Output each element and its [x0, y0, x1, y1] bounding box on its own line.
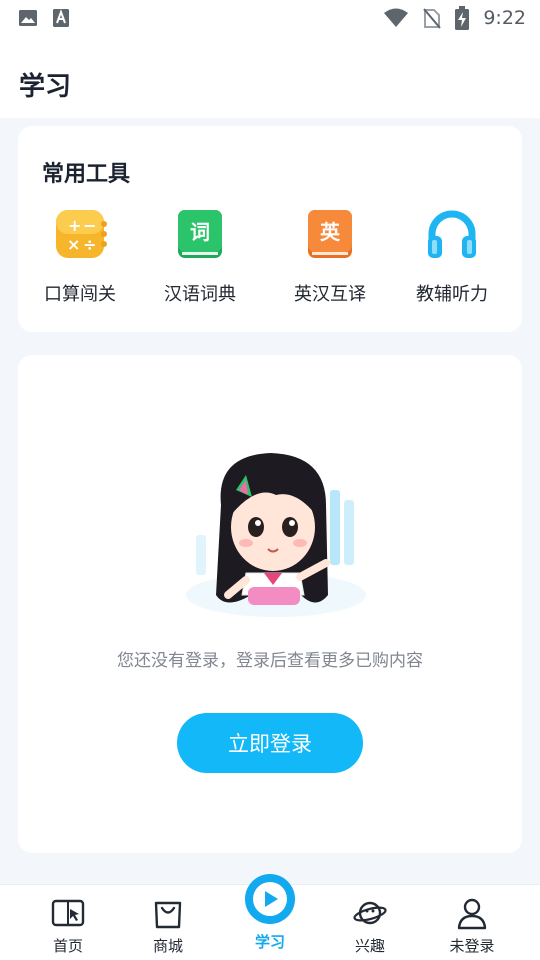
tab-label: 首页 [52, 937, 83, 955]
page-title: 学习 [19, 72, 72, 102]
planet-icon [353, 901, 387, 925]
tool-label: 英汉互译 [294, 284, 366, 305]
text-a-icon [53, 9, 69, 27]
battery-charging-icon [455, 6, 470, 30]
no-sim-icon [423, 8, 442, 29]
image-icon [19, 10, 37, 26]
tool-label: 汉语词典 [164, 284, 236, 305]
tab-label: 商城 [152, 937, 183, 955]
svg-text:+: + [68, 216, 81, 235]
home-book-icon [51, 899, 85, 927]
login-button[interactable]: 立即登录 [177, 713, 363, 773]
common-tools-title: 常用工具 [42, 162, 131, 187]
tab-label: 兴趣 [354, 937, 385, 955]
shopping-bag-icon [154, 901, 182, 929]
tab-label: 学习 [254, 933, 285, 951]
tab-not-logged-in[interactable]: 未登录 [422, 885, 522, 960]
tool-chinese-dictionary[interactable]: 词 汉语词典 [140, 206, 260, 316]
calculator-icon: + − × ÷ [56, 210, 107, 258]
status-bar: 9:22 [0, 0, 540, 36]
tool-en-cn-translate[interactable]: 英 英汉互译 [270, 206, 390, 316]
tab-home[interactable]: 首页 [18, 885, 118, 960]
tool-oral-calculation[interactable]: + − × ÷ 口算闯关 [20, 206, 140, 316]
girl-character-illustration [186, 453, 366, 617]
svg-text:英: 英 [320, 220, 341, 244]
page-header: 学习 [0, 36, 540, 118]
common-tools-card: 常用工具 + − × ÷ 口算闯关 词 汉语词典 英 英汉互译 教辅听力 [18, 126, 522, 332]
tab-label: 未登录 [449, 937, 495, 955]
svg-text:−: − [83, 216, 96, 235]
wifi-icon [384, 8, 409, 27]
tool-label: 口算闯关 [44, 284, 116, 305]
status-bar-right: 9:22 [383, 6, 526, 30]
translate-icon: 英 [308, 210, 352, 258]
status-time: 9:22 [483, 7, 526, 29]
svg-text:÷: ÷ [83, 235, 96, 254]
user-icon [457, 898, 487, 930]
status-bar-left [18, 8, 70, 28]
tool-listening[interactable]: 教辅听力 [392, 206, 512, 316]
tab-interest[interactable]: 兴趣 [320, 885, 420, 960]
login-tip-text: 您还没有登录，登录后查看更多已购内容 [117, 651, 423, 671]
headphones-icon [428, 210, 476, 258]
svg-text:词: 词 [190, 220, 210, 244]
bottom-tab-bar: 首页 商城 学习 兴趣 未登录 [0, 874, 540, 960]
login-prompt-card: 您还没有登录，登录后查看更多已购内容 立即登录 [18, 355, 522, 853]
tab-mall[interactable]: 商城 [118, 885, 218, 960]
tool-label: 教辅听力 [416, 284, 488, 305]
study-play-icon [245, 874, 295, 924]
dictionary-icon: 词 [178, 210, 222, 258]
svg-text:×: × [67, 235, 80, 254]
tab-study[interactable]: 学习 [220, 874, 320, 960]
